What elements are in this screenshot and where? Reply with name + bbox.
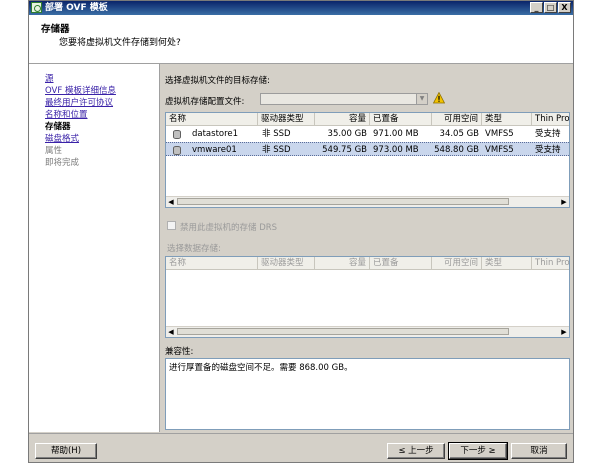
row-free-space: 548.80 GB xyxy=(434,145,479,155)
storage-table-scrollbar[interactable]: ◀ ▶ xyxy=(166,196,569,207)
scroll-thumb[interactable] xyxy=(177,328,509,335)
datastore-table-header: 名称 驱动器类型 容量 已置备 可用空间 类型 Thin Provi xyxy=(166,257,569,270)
step-ready-to-complete: 即将完成 xyxy=(45,158,80,168)
row-capacity: 35.00 GB xyxy=(327,129,367,139)
scroll-right-icon[interactable]: ▶ xyxy=(559,327,569,337)
title-bar[interactable]: 部署 OVF 模板 _ □ X xyxy=(29,1,573,15)
scroll-right-icon[interactable]: ▶ xyxy=(559,197,569,207)
storage-panel: 选择虚拟机文件的目标存储: 虚拟机存储配置文件: ▼ 名称 驱动器类型 容量 已… xyxy=(163,64,571,432)
help-button[interactable]: 帮助(H) xyxy=(35,443,97,459)
wizard-header: 存储器 您要将虚拟机文件存储到何处? xyxy=(29,15,573,64)
row-name: vmware01 xyxy=(192,145,237,155)
step-ovf-details[interactable]: OVF 模板详细信息 xyxy=(45,86,116,96)
vm-storage-profile-label: 虚拟机存储配置文件: xyxy=(165,97,245,107)
row-capacity: 549.75 GB xyxy=(322,145,367,155)
col-thin-provisioning: Thin Provi xyxy=(532,257,569,269)
deploy-ovf-window: 部署 OVF 模板 _ □ X 存储器 您要将虚拟机文件存储到何处? 源 OVF… xyxy=(28,0,574,463)
warning-icon xyxy=(433,92,445,104)
col-capacity[interactable]: 容量 xyxy=(315,113,370,125)
step-source[interactable]: 源 xyxy=(45,74,54,84)
col-drive-type: 驱动器类型 xyxy=(258,257,315,269)
close-button[interactable]: X xyxy=(558,2,571,13)
col-type[interactable]: 类型 xyxy=(482,113,532,125)
compatibility-message: 进行厚置备的磁盘空间不足。需要 868.00 GB。 xyxy=(169,363,353,373)
col-drive-type[interactable]: 驱动器类型 xyxy=(258,113,315,125)
app-icon xyxy=(31,2,42,13)
col-thin-provisioning[interactable]: Thin Provi xyxy=(532,113,569,125)
table-row[interactable]: datastore1 非 SSD 35.00 GB 971.00 MB 34.0… xyxy=(166,127,569,141)
scroll-left-icon[interactable]: ◀ xyxy=(166,327,176,337)
footer-divider xyxy=(29,433,573,434)
row-drive-type: 非 SSD xyxy=(262,129,291,139)
disable-storage-drs-label: 禁用此虚拟机的存储 DRS xyxy=(180,223,278,233)
vm-storage-profile-select[interactable]: ▼ xyxy=(260,93,428,105)
row-thin-provisioning: 受支持 xyxy=(535,145,561,155)
compatibility-box: 进行厚置备的磁盘空间不足。需要 868.00 GB。 xyxy=(165,358,570,430)
disable-storage-drs-checkbox[interactable] xyxy=(167,221,176,230)
scroll-left-icon[interactable]: ◀ xyxy=(166,197,176,207)
datastore-icon xyxy=(173,130,181,139)
col-capacity: 容量 xyxy=(315,257,370,269)
maximize-button[interactable]: □ xyxy=(544,2,557,13)
chevron-down-icon[interactable]: ▼ xyxy=(416,94,427,104)
storage-table: 名称 驱动器类型 容量 已置备 可用空间 类型 Thin Provi datas… xyxy=(165,112,570,208)
cancel-button[interactable]: 取消 xyxy=(511,443,567,459)
col-name: 名称 xyxy=(166,257,258,269)
datastore-table: 名称 驱动器类型 容量 已置备 可用空间 类型 Thin Provi ◀ ▶ xyxy=(165,256,570,338)
table-row[interactable]: vmware01 非 SSD 549.75 GB 973.00 MB 548.8… xyxy=(166,142,569,156)
select-datastore-label: 选择数据存储: xyxy=(167,244,221,254)
datastore-icon xyxy=(173,146,181,155)
target-storage-label: 选择虚拟机文件的目标存储: xyxy=(165,76,270,86)
back-button[interactable]: ≤ 上一步 xyxy=(387,443,445,459)
row-free-space: 34.05 GB xyxy=(439,129,479,139)
minimize-button[interactable]: _ xyxy=(530,2,543,13)
compatibility-label: 兼容性: xyxy=(165,347,194,357)
row-drive-type: 非 SSD xyxy=(262,145,291,155)
next-button[interactable]: 下一步 ≥ xyxy=(448,442,508,460)
row-provisioned: 971.00 MB xyxy=(373,129,419,139)
storage-table-header: 名称 驱动器类型 容量 已置备 可用空间 类型 Thin Provi xyxy=(166,113,569,126)
row-provisioned: 973.00 MB xyxy=(373,145,419,155)
col-type: 类型 xyxy=(482,257,532,269)
page-subtitle: 您要将虚拟机文件存储到何处? xyxy=(59,38,181,48)
col-free-space[interactable]: 可用空间 xyxy=(432,113,482,125)
scroll-thumb[interactable] xyxy=(177,198,509,205)
row-thin-provisioning: 受支持 xyxy=(535,129,561,139)
col-name[interactable]: 名称 xyxy=(166,113,258,125)
row-type: VMFS5 xyxy=(485,145,514,155)
col-provisioned[interactable]: 已置备 xyxy=(370,113,432,125)
step-name-location[interactable]: 名称和位置 xyxy=(45,110,88,120)
wizard-steps: 源 OVF 模板详细信息 最终用户许可协议 名称和位置 存储器 磁盘格式 属性 … xyxy=(29,64,160,432)
row-name: datastore1 xyxy=(192,129,239,139)
page-title: 存储器 xyxy=(41,24,70,35)
row-type: VMFS5 xyxy=(485,129,514,139)
step-disk-format[interactable]: 磁盘格式 xyxy=(45,134,79,144)
col-provisioned: 已置备 xyxy=(370,257,432,269)
step-storage: 存储器 xyxy=(45,122,71,132)
col-free-space: 可用空间 xyxy=(432,257,482,269)
step-eula[interactable]: 最终用户许可协议 xyxy=(45,98,113,108)
datastore-table-scrollbar[interactable]: ◀ ▶ xyxy=(166,326,569,337)
step-properties: 属性 xyxy=(45,146,63,156)
window-title: 部署 OVF 模板 xyxy=(45,3,108,13)
